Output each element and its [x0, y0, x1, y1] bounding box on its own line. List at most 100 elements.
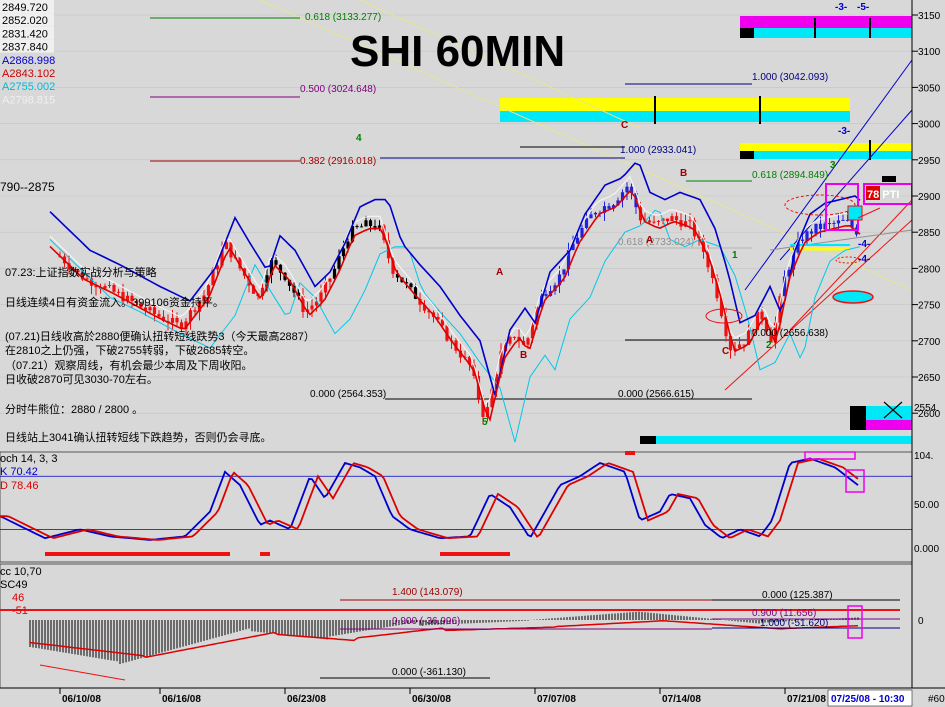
annotation-line: （07.21）观察周线，有机会最少本周及下周收阳。	[5, 358, 253, 372]
candle-body	[377, 225, 382, 228]
candle-body	[355, 226, 359, 228]
stoch-red-bar-1	[45, 552, 230, 556]
cyan-bar-mid	[500, 111, 850, 122]
wave-label: A	[496, 267, 503, 278]
candle-body	[193, 310, 197, 312]
candle-body	[827, 223, 832, 225]
macd-axis-ticks: 0	[918, 616, 924, 627]
stoch-red-bar-4	[625, 451, 635, 455]
candle-body	[364, 220, 368, 227]
cyan-bar-bottom	[640, 436, 912, 444]
macd-label: 1.000 (-51.620)	[760, 618, 828, 629]
date-tick-label: 06/10/08	[62, 694, 101, 705]
annotation-line: 分时牛熊位：2880 / 2800 。	[5, 402, 143, 416]
price-tick-label: 2950	[918, 156, 941, 167]
price-axis	[912, 0, 945, 707]
price-tick-label: 2900	[918, 192, 941, 203]
macd-legend-a: 46	[12, 592, 24, 604]
wave-label: -4-	[858, 239, 870, 250]
cyan-bar-right	[740, 151, 912, 159]
left-value: 2837.840	[2, 42, 48, 54]
magenta-bar-top	[740, 16, 912, 28]
wave-label: C	[722, 346, 729, 357]
price-tick-label: 3100	[918, 47, 941, 58]
candle-body	[656, 220, 661, 222]
osc-tick-label: 104.	[914, 451, 933, 462]
macd-legend-name: cc 10,70	[0, 566, 42, 578]
candle-body	[647, 220, 652, 223]
stoch-legend-d: D 78.46	[0, 480, 39, 492]
fib-label: 0.382 (2916.018)	[300, 156, 376, 167]
left-value: 2849.720	[2, 2, 48, 14]
price-tick-label: 2700	[918, 337, 941, 348]
price-tick-label: 2750	[918, 301, 941, 312]
candle-body	[409, 283, 413, 288]
candle-body	[607, 206, 611, 209]
cyan-bar-top	[740, 28, 912, 38]
annotation-line: 在2810之上仍强，下破2755转弱，下破2685转空。	[5, 343, 254, 357]
black-box-current-2	[850, 420, 866, 430]
left-values: 2849.7202852.0202831.420 2837.840A2868.99…	[0, 0, 55, 106]
left-value: A2868.998	[2, 55, 55, 67]
left-value: 2831.420	[2, 28, 48, 40]
stoch-legend-name: och 14, 3, 3	[0, 453, 58, 465]
date-tick-label: 06/23/08	[287, 694, 326, 705]
current-price-text: 2554.	[914, 403, 939, 414]
date-tick-label: 07/07/08	[537, 694, 576, 705]
left-value: A2798.815	[2, 94, 55, 106]
candle-body	[593, 212, 598, 215]
stoch-pane	[0, 451, 913, 563]
wave-label: A	[646, 235, 653, 246]
osc-tick-label: 50.00	[914, 500, 939, 511]
fib-label: 0.000 (2564.353)	[310, 389, 386, 400]
wave-label: -5-	[857, 2, 869, 13]
yellow-bar-mid	[500, 98, 850, 111]
date-tick-label: 07/21/08	[787, 694, 826, 705]
annotation-line: 日线站上3041确认扭转短线下跌趋势，否则仍会寻底。	[5, 430, 271, 444]
fib-label: 0.618 (3133.277)	[305, 12, 381, 23]
candle-body	[818, 223, 823, 230]
macd-legend-b: -51	[12, 605, 28, 617]
fib-label: 1.000 (2933.041)	[620, 145, 696, 156]
candle-body	[841, 219, 845, 221]
fib-label: 0.500 (3024.648)	[300, 84, 376, 95]
candle-body	[670, 216, 674, 222]
candle-body	[575, 237, 580, 244]
black-block-bottom	[640, 436, 656, 444]
price-tick-label: 3150	[918, 11, 941, 22]
wave-label: -3-	[835, 2, 847, 13]
candle-body	[652, 221, 656, 223]
candle-body	[589, 214, 593, 219]
candle-body	[170, 317, 175, 323]
stock-chart: SHI 60MIN 790--2875 78 PTI 2849.7202852.…	[0, 0, 945, 707]
macd-label: 0.000 (125.387)	[762, 590, 833, 601]
fib-label: 0.000 (2656.638)	[752, 328, 828, 339]
candle-body	[274, 260, 278, 265]
wave-label: 5	[482, 417, 488, 428]
candle-body	[175, 317, 179, 323]
wave-label: 4	[356, 133, 362, 144]
candle-body	[526, 338, 530, 345]
price-tick-label: 3000	[918, 120, 941, 131]
annotation-line: (07.21)日线收高於2880便确认扭转短线跌势3（今天最高2887）	[5, 329, 315, 343]
wave-label: -4-	[858, 254, 870, 265]
date-tick-label: 06/30/08	[412, 694, 451, 705]
date-last: 07/25/08 - 10:30	[831, 694, 905, 705]
wave-label: 2	[766, 340, 772, 351]
wave-label: -3-	[838, 126, 850, 137]
date-tick-label: 06/16/08	[162, 694, 201, 705]
pti-dark	[882, 176, 896, 182]
candle-body	[760, 311, 764, 320]
candle-body	[107, 284, 112, 286]
macd-label: 1.400 (143.079)	[392, 587, 463, 598]
candle-body	[544, 294, 548, 296]
left-value: A2843.102	[2, 68, 55, 80]
black-block-top	[740, 28, 754, 38]
candle-body	[328, 278, 332, 282]
wave-label: B	[680, 168, 687, 179]
wave-label: 1	[732, 250, 738, 261]
fib-label: 0.618 (2894.849)	[752, 170, 828, 181]
candle-body	[674, 216, 679, 221]
chart-title: SHI 60MIN	[350, 27, 565, 76]
candle-body	[688, 220, 692, 222]
